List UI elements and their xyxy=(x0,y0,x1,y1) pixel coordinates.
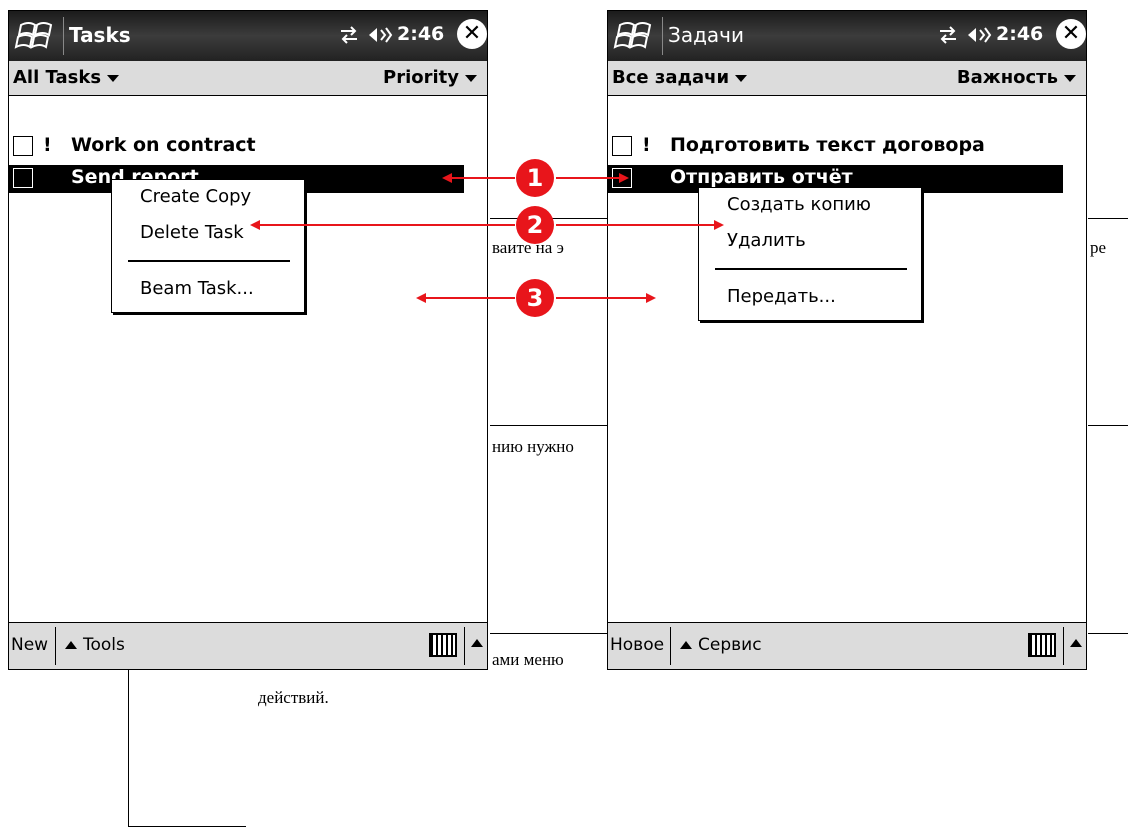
command-separator xyxy=(464,627,465,665)
menu-item-beam-task[interactable]: Передать... xyxy=(727,286,836,307)
category-filter-dropdown[interactable]: Все задачи xyxy=(612,67,748,88)
command-separator xyxy=(670,627,671,665)
tools-menu-button[interactable]: Tools xyxy=(65,635,125,655)
menu-item-beam-task[interactable]: Beam Task... xyxy=(140,278,254,299)
chevron-up-icon xyxy=(65,641,77,649)
chevron-down-icon xyxy=(465,74,477,82)
callout-badge-3: 3 xyxy=(516,279,554,317)
sort-dropdown[interactable]: Priority xyxy=(383,67,477,88)
tools-menu-button[interactable]: Сервис xyxy=(680,635,762,655)
callout-badge-1: 1 xyxy=(516,159,554,197)
close-button[interactable]: ✕ xyxy=(1056,19,1086,49)
doc-line xyxy=(1088,218,1128,219)
command-separator xyxy=(1063,627,1064,665)
start-menu-icon[interactable] xyxy=(610,15,660,57)
status-area: 2:46 ✕ xyxy=(936,19,1086,53)
task-label: Work on contract xyxy=(71,134,256,156)
volume-icon[interactable] xyxy=(966,23,992,47)
doc-text: нию нужно xyxy=(492,437,574,456)
title-bar: Задачи 2:46 ✕ xyxy=(608,11,1086,61)
menu-item-create-copy[interactable]: Create Copy xyxy=(140,186,251,207)
context-menu: Create Copy Delete Task Beam Task... xyxy=(111,179,305,313)
sort-dropdown[interactable]: Важность xyxy=(957,67,1076,88)
connectivity-icon[interactable] xyxy=(936,23,960,47)
task-checkbox[interactable] xyxy=(13,136,33,156)
clock: 2:46 xyxy=(996,23,1044,45)
command-bar: New Tools xyxy=(9,622,487,669)
task-label: Отправить отчёт xyxy=(670,166,853,188)
input-selector-arrow-icon[interactable] xyxy=(471,639,483,647)
doc-text: ре xyxy=(1090,238,1107,257)
start-menu-icon[interactable] xyxy=(11,15,61,57)
title-separator xyxy=(63,17,64,55)
pda-screen-english: Tasks 2:46 ✕ All Tasks Priority ! Work o… xyxy=(8,10,488,670)
doc-line xyxy=(1088,425,1128,426)
chevron-down-icon xyxy=(1064,74,1076,82)
close-button[interactable]: ✕ xyxy=(457,19,487,49)
new-button[interactable]: Новое xyxy=(610,635,664,655)
doc-text: действий. xyxy=(258,688,329,707)
category-filter-label: Все задачи xyxy=(612,67,730,88)
menu-item-create-copy[interactable]: Создать копию xyxy=(727,194,871,215)
app-title: Задачи xyxy=(668,23,744,47)
volume-icon[interactable] xyxy=(367,23,393,47)
pda-screen-russian: Задачи 2:46 ✕ Все задачи Важность ! Подг… xyxy=(607,10,1087,670)
command-bar: Новое Сервис xyxy=(608,622,1086,669)
title-bar: Tasks 2:46 ✕ xyxy=(9,11,487,61)
task-checkbox[interactable] xyxy=(612,136,632,156)
category-filter-label: All Tasks xyxy=(13,67,102,88)
menu-item-delete-task[interactable]: Delete Task xyxy=(140,222,244,243)
doc-line xyxy=(490,633,610,634)
doc-text: ами меню xyxy=(492,650,564,669)
clock: 2:46 xyxy=(397,23,445,45)
sort-label: Важность xyxy=(956,67,1058,88)
keyboard-icon[interactable] xyxy=(1028,633,1056,657)
category-filter-dropdown[interactable]: All Tasks xyxy=(13,67,120,88)
doc-line xyxy=(1088,633,1128,634)
task-row[interactable]: ! Work on contract xyxy=(9,133,487,161)
title-separator xyxy=(662,17,663,55)
menu-separator xyxy=(715,268,907,270)
doc-line xyxy=(490,425,610,426)
status-area: 2:46 ✕ xyxy=(337,19,487,53)
command-separator xyxy=(55,627,56,665)
task-checkbox[interactable] xyxy=(13,168,33,188)
app-title: Tasks xyxy=(69,23,131,47)
priority-icon: ! xyxy=(43,134,52,156)
task-label: Подготовить текст договора xyxy=(670,134,985,156)
filter-bar: All Tasks Priority xyxy=(9,61,487,96)
filter-bar: Все задачи Важность xyxy=(608,61,1086,96)
connectivity-icon[interactable] xyxy=(337,23,361,47)
sort-label: Priority xyxy=(383,67,459,88)
new-button[interactable]: New xyxy=(11,635,48,655)
tools-label: Сервис xyxy=(698,635,762,655)
menu-item-delete-task[interactable]: Удалить xyxy=(727,230,806,251)
keyboard-icon[interactable] xyxy=(429,633,457,657)
priority-icon: ! xyxy=(642,134,651,156)
task-row[interactable]: ! Подготовить текст договора xyxy=(608,133,1086,161)
doc-line xyxy=(128,670,129,827)
callout-badge-2: 2 xyxy=(516,206,554,244)
input-selector-arrow-icon[interactable] xyxy=(1070,639,1082,647)
tools-label: Tools xyxy=(83,635,125,655)
chevron-down-icon xyxy=(735,74,748,82)
menu-separator xyxy=(128,260,290,262)
task-checkbox[interactable] xyxy=(612,168,632,188)
chevron-down-icon xyxy=(107,74,120,82)
chevron-up-icon xyxy=(680,641,692,649)
context-menu: Создать копию Удалить Передать... xyxy=(698,187,922,321)
